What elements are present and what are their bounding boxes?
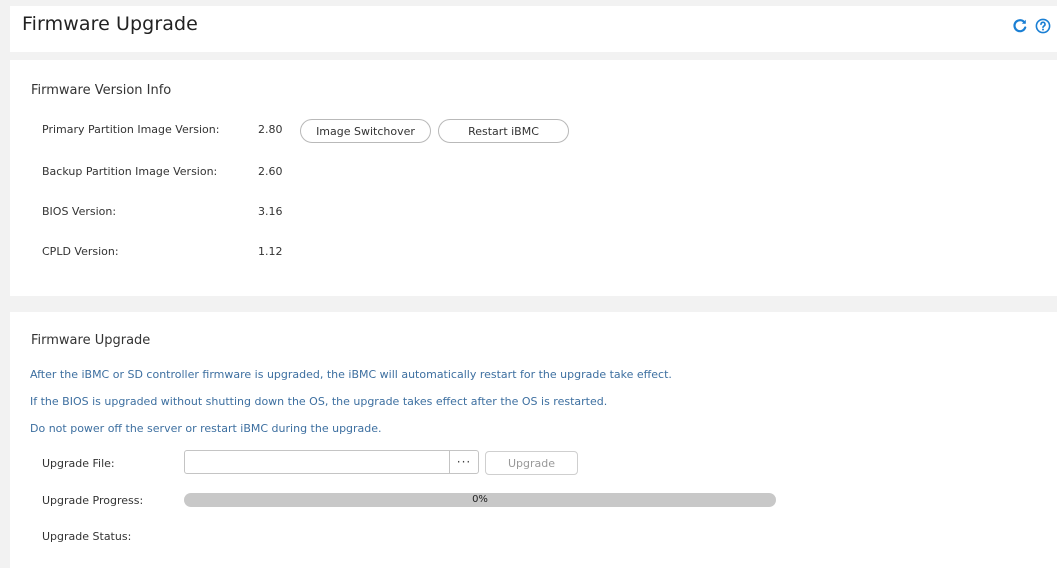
upgrade-progress-text: 0% [472, 494, 488, 505]
page-header: Firmware Upgrade [10, 6, 1057, 52]
version-info-title: Firmware Version Info [31, 83, 172, 98]
image-switchover-button[interactable]: Image Switchover [300, 119, 431, 143]
help-icon[interactable] [1034, 17, 1052, 35]
backup-version-label: Backup Partition Image Version: [42, 165, 218, 178]
page-title: Firmware Upgrade [22, 13, 198, 35]
restart-ibmc-button[interactable]: Restart iBMC [438, 119, 569, 143]
refresh-icon[interactable] [1011, 17, 1029, 35]
bios-version-label: BIOS Version: [42, 205, 117, 218]
bios-version-value: 3.16 [258, 205, 283, 218]
upgrade-notice-bios: If the BIOS is upgraded without shutting… [30, 395, 608, 408]
upgrade-file-label: Upgrade File: [42, 457, 115, 470]
upgrade-file-field: ··· [184, 450, 479, 474]
upgrade-file-input[interactable] [185, 451, 449, 473]
upgrade-button[interactable]: Upgrade [485, 451, 578, 475]
upgrade-status-label: Upgrade Status: [42, 530, 132, 543]
upgrade-progress-bar: 0% [184, 493, 776, 507]
upgrade-panel [10, 312, 1057, 568]
primary-version-value: 2.80 [258, 123, 283, 136]
primary-version-label: Primary Partition Image Version: [42, 123, 220, 136]
backup-version-value: 2.60 [258, 165, 283, 178]
upgrade-progress-label: Upgrade Progress: [42, 494, 144, 507]
browse-file-button[interactable]: ··· [449, 451, 478, 473]
upgrade-notice-power: Do not power off the server or restart i… [30, 422, 382, 435]
cpld-version-value: 1.12 [258, 245, 283, 258]
upgrade-section-title: Firmware Upgrade [31, 333, 151, 348]
upgrade-notice-restart: After the iBMC or SD controller firmware… [30, 368, 672, 381]
cpld-version-label: CPLD Version: [42, 245, 119, 258]
